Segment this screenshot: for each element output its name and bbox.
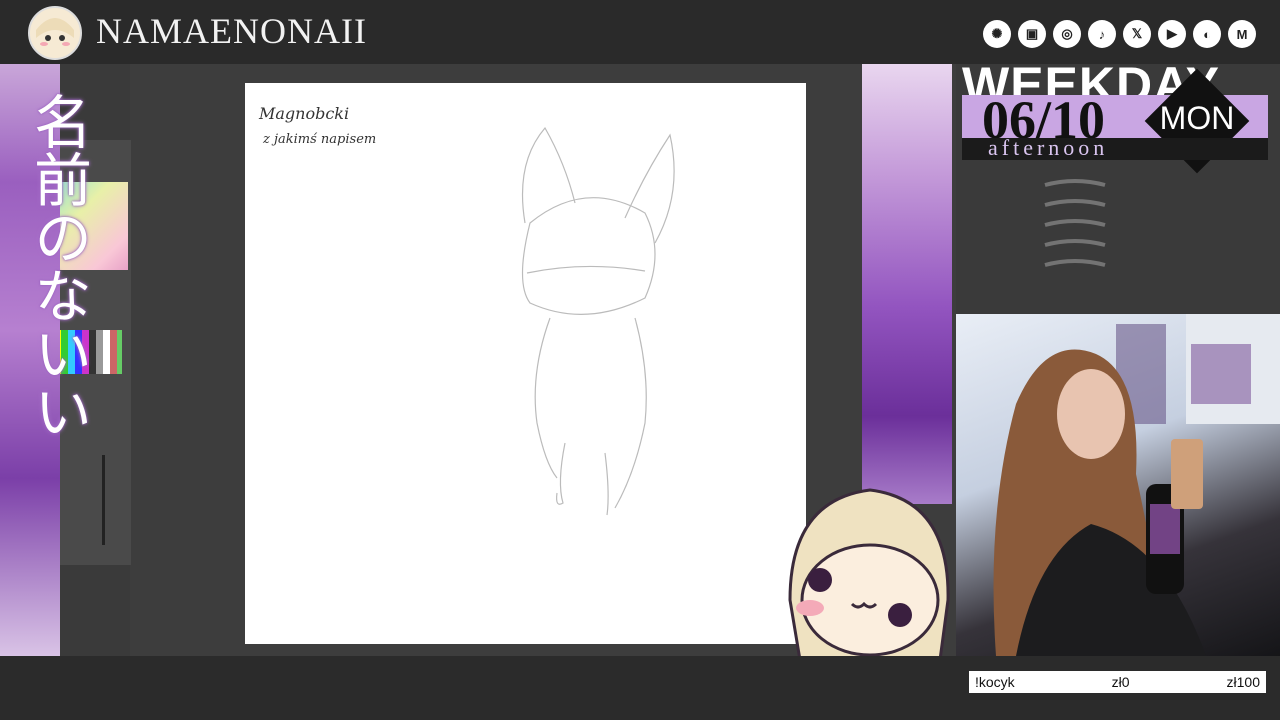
social-links: ✺ ▣ ◎ ♪ 𝕏 ▶ ◐ M bbox=[983, 20, 1256, 48]
time-period-bar: afternoon bbox=[962, 135, 1268, 160]
day-of-week: MON bbox=[1159, 100, 1235, 136]
webcam-feed bbox=[956, 314, 1280, 656]
channel-name: NAMAENONAII bbox=[96, 11, 367, 51]
goal-current: zł0 bbox=[1111, 674, 1130, 690]
youtube-icon[interactable]: ▶ bbox=[1158, 20, 1186, 48]
goal-target: zł100 bbox=[1226, 674, 1260, 690]
brush-presets bbox=[1044, 179, 1106, 267]
mail-icon[interactable]: M bbox=[1228, 20, 1256, 48]
sketch-drawing: Magnobcki z jakimś napisem bbox=[258, 104, 675, 516]
sketch-note-line1: Magnobcki bbox=[258, 104, 349, 123]
instagram-icon[interactable]: ◎ bbox=[1053, 20, 1081, 48]
japanese-side-text: 名前のないい bbox=[24, 92, 92, 440]
tiktok-icon[interactable]: ♪ bbox=[1088, 20, 1116, 48]
drawing-canvas[interactable]: Magnobcki z jakimś napisem bbox=[245, 83, 806, 644]
sketch-note-line2: z jakimś napisem bbox=[262, 132, 376, 147]
discord-icon[interactable]: ◐ bbox=[1193, 20, 1221, 48]
linktree-icon[interactable]: ✺ bbox=[983, 20, 1011, 48]
lilac-decoration-right bbox=[862, 64, 952, 504]
channel-avatar bbox=[28, 6, 82, 60]
top-bar: NAMAENONAII ✺ ▣ ◎ ♪ 𝕏 ▶ ◐ M bbox=[0, 0, 1280, 64]
opacity-slider[interactable] bbox=[102, 455, 105, 545]
x-icon[interactable]: 𝕏 bbox=[1123, 20, 1151, 48]
donation-goal: !kocyk zł0 zł100 bbox=[969, 671, 1266, 693]
time-period: afternoon bbox=[988, 135, 1109, 160]
twitch-icon[interactable]: ▣ bbox=[1018, 20, 1046, 48]
mascot-chibi bbox=[780, 480, 955, 662]
goal-command: !kocyk bbox=[975, 674, 1015, 690]
